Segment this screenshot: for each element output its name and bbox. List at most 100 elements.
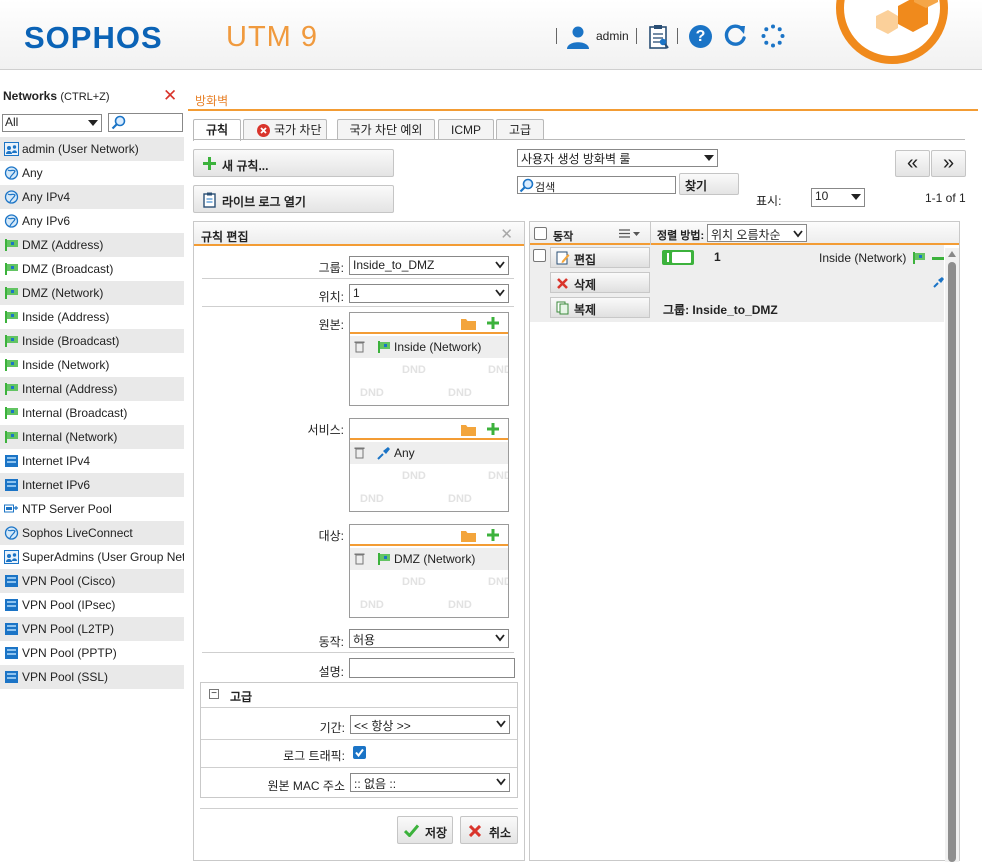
network-list-item[interactable]: Sophos LiveConnect [0,521,184,545]
network-list-item[interactable]: NTP Server Pool [0,497,184,521]
tab-country-blocking-exceptions[interactable]: 국가 차단 예외 [337,119,435,140]
network-list-item[interactable]: admin (User Network) [0,137,184,161]
clone-rule-button[interactable]: 복제 [550,297,650,318]
folder-icon[interactable] [461,530,476,542]
page-prev-button[interactable]: « [895,150,930,177]
add-icon[interactable] [487,317,499,329]
tab-advanced-label: 고급 [508,123,532,137]
find-button[interactable]: 찾기 [679,173,739,195]
close-panel-icon[interactable]: ✕ [163,86,177,106]
scrollbar[interactable] [945,248,959,862]
cancel-button[interactable]: 취소 [460,816,518,844]
collapse-icon[interactable]: − [209,689,219,699]
help-icon[interactable]: ? [689,25,712,48]
position-select[interactable]: 1 [349,284,509,303]
rule-enable-toggle[interactable] [662,250,694,265]
clone-icon [556,301,569,315]
network-list-item[interactable]: Inside (Network) [0,353,184,377]
time-period-select[interactable]: << 항상 >> [350,715,510,734]
trash-icon[interactable] [354,552,365,565]
destination-dnd-box[interactable]: DMZ (Network) DND DND DND DND [349,524,509,618]
network-list-item[interactable]: Any IPv4 [0,185,184,209]
interface-address-icon [378,341,390,353]
network-list-item[interactable]: DMZ (Network) [0,281,184,305]
sort-by-select[interactable]: 위치 오름차순 [707,224,807,242]
network-list-item[interactable]: VPN Pool (L2TP) [0,617,184,641]
network-list-item[interactable]: Any IPv6 [0,209,184,233]
network-list-item[interactable]: Internet IPv6 [0,473,184,497]
service-entry-label: Any [394,446,415,460]
open-live-log-button[interactable]: 라이브 로그 열기 [193,185,394,213]
action-select[interactable]: 허용 [349,629,509,648]
network-list-item-label: DMZ (Network) [22,286,104,300]
network-list-item[interactable]: DMZ (Broadcast) [0,257,184,281]
product-name: UTM 9 [226,21,318,53]
delete-rule-button[interactable]: 삭제 [550,272,650,293]
network-list-item[interactable]: Any [0,161,184,185]
display-count-select[interactable]: 10 [811,188,865,207]
user-icon[interactable] [566,25,590,49]
network-list-item[interactable]: Internal (Broadcast) [0,401,184,425]
tab-country-blocking[interactable]: 국가 차단 [243,119,327,140]
admin-user-link[interactable]: admin [596,29,629,43]
network-filter-select[interactable]: All [2,114,102,132]
network-icon [4,622,19,636]
add-icon[interactable] [487,529,499,541]
scroll-up-icon[interactable] [948,251,956,257]
network-list-item[interactable]: VPN Pool (IPsec) [0,593,184,617]
network-list-item-label: Any IPv4 [22,190,71,204]
edit-rule-button[interactable]: 편집 [550,247,650,268]
network-list-item[interactable]: VPN Pool (SSL) [0,665,184,689]
trash-icon[interactable] [354,340,365,353]
source-dnd-box[interactable]: Inside (Network) DND DND DND DND [349,312,509,406]
breadcrumb-firewall[interactable]: 방화벽 [195,92,228,109]
network-list-item-label: admin (User Network) [22,142,139,156]
refresh-icon[interactable] [722,23,748,49]
tab-advanced[interactable]: 고급 [496,119,544,140]
page-next-button[interactable]: » [931,150,966,177]
scrollbar-thumb[interactable] [948,262,956,862]
network-list-item-label: VPN Pool (L2TP) [22,622,115,636]
network-list-item[interactable]: VPN Pool (PPTP) [0,641,184,665]
network-list-item[interactable]: DMZ (Address) [0,233,184,257]
tab-country-exceptions-label: 국가 차단 예외 [349,123,423,137]
new-rule-button[interactable]: 새 규칙... [193,149,394,177]
network-list-item[interactable]: Inside (Address) [0,305,184,329]
globe-icon [4,190,19,204]
app-header: SOPHOS UTM 9 admin ? [0,0,982,70]
folder-icon[interactable] [461,424,476,436]
close-icon[interactable]: ✕ [500,225,513,243]
service-dnd-box[interactable]: Any DND DND DND DND [349,418,509,512]
network-list-item-label: SuperAdmins (User Group Net [22,550,184,564]
action-label: 동작: [318,635,344,649]
network-list-item[interactable]: Internet IPv4 [0,449,184,473]
column-menu-icon[interactable] [619,229,641,238]
rule-select-checkbox[interactable] [533,249,546,262]
save-button[interactable]: 저장 [397,816,453,844]
network-list-item[interactable]: Internal (Address) [0,377,184,401]
log-traffic-checkbox[interactable] [353,746,366,759]
interface-address-icon [4,358,19,372]
tab-rules[interactable]: 규칙 [193,119,241,141]
network-list-item[interactable]: SuperAdmins (User Group Net [0,545,184,569]
network-list-item[interactable]: Inside (Broadcast) [0,329,184,353]
add-icon[interactable] [487,423,499,435]
trash-icon[interactable] [354,446,365,459]
tab-icmp[interactable]: ICMP [438,119,494,140]
rule-search-input[interactable]: 검색 [517,176,676,194]
group-select[interactable]: Inside_to_DMZ [349,256,509,275]
network-search-input[interactable] [108,113,183,132]
select-all-checkbox[interactable] [534,227,547,240]
live-log-label: 라이브 로그 열기 [222,195,306,209]
source-mac-select[interactable]: :: 없음 :: [350,773,510,792]
network-list-item[interactable]: VPN Pool (Cisco) [0,569,184,593]
dnd-watermark: DND [360,493,384,505]
comment-input[interactable] [349,658,515,678]
clipboard-icon[interactable] [648,24,670,50]
search-placeholder: 검색 [535,182,556,194]
destination-label: 대상: [318,529,344,543]
interface-address-icon [4,262,19,276]
rule-filter-select[interactable]: 사용자 생성 방화벽 룰 [517,149,718,167]
folder-icon[interactable] [461,318,476,330]
network-list-item[interactable]: Internal (Network) [0,425,184,449]
